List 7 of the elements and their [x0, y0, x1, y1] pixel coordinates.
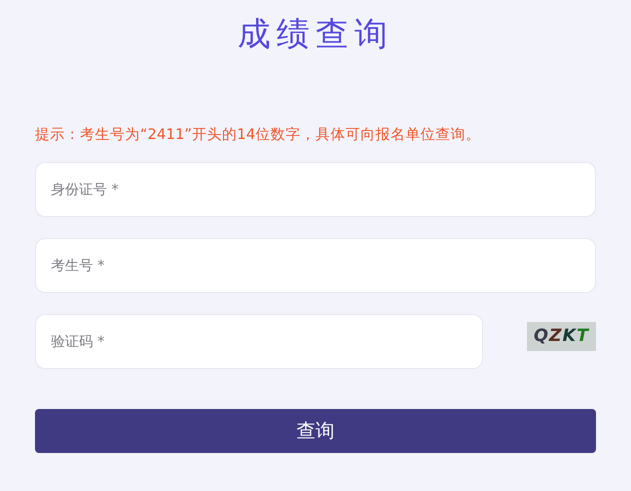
input-field[interactable]: 考生号 * [35, 238, 596, 293]
query-button[interactable]: 查询 [35, 409, 596, 453]
page-title: 成绩查询 [236, 13, 394, 55]
input-field[interactable]: 验证码 * [35, 314, 483, 369]
captcha-image[interactable]: QZKT [527, 322, 596, 351]
hint-text: 提示：考生号为“2411”开头的14位数字，具体可向报名单位查询。 [35, 126, 482, 145]
input-field[interactable]: 身份证号 * [35, 162, 596, 217]
